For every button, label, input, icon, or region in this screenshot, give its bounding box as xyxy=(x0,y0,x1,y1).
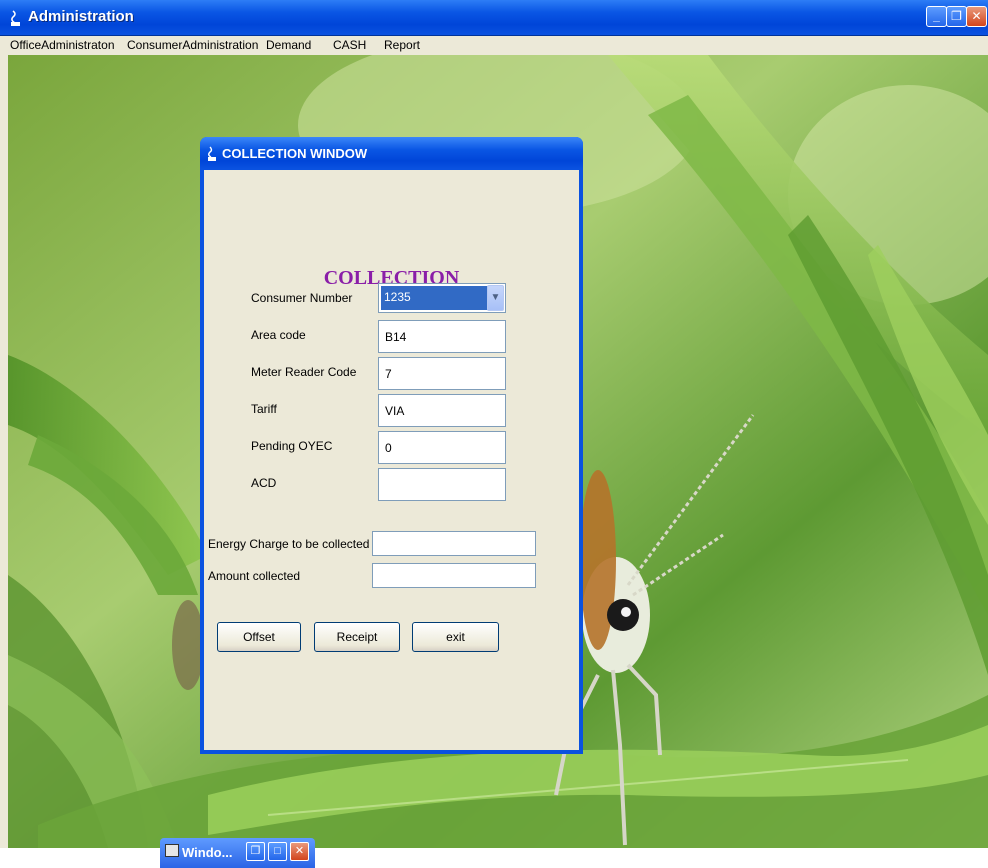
restore-button[interactable]: ❐ xyxy=(946,6,967,27)
minimize-button[interactable]: _ xyxy=(926,6,947,27)
area-code-field[interactable]: B14 xyxy=(378,320,506,353)
acd-field[interactable] xyxy=(378,468,506,501)
menu-demand[interactable]: Demand xyxy=(266,38,311,52)
minimized-window-title: Windo... xyxy=(182,845,233,860)
pending-oyec-label: Pending OYEC xyxy=(251,439,333,453)
java-cup-icon xyxy=(208,146,216,161)
offset-button[interactable]: Offset xyxy=(217,622,301,652)
menu-cash[interactable]: CASH xyxy=(333,38,366,52)
main-title-bar: Administration _ ❐ ✕ xyxy=(0,0,988,36)
energy-charge-field[interactable] xyxy=(372,531,536,556)
menu-report[interactable]: Report xyxy=(384,38,420,52)
meter-reader-code-field[interactable]: 7 xyxy=(378,357,506,390)
amount-collected-field[interactable] xyxy=(372,563,536,588)
maximize-icon: □ xyxy=(274,845,281,857)
chevron-down-icon[interactable]: ▼ xyxy=(487,285,504,311)
close-icon: ✕ xyxy=(294,845,305,857)
maximize-button[interactable]: □ xyxy=(268,842,287,861)
minimize-icon: _ xyxy=(933,9,940,23)
window-icon xyxy=(165,844,179,857)
receipt-button[interactable]: Receipt xyxy=(314,622,400,652)
close-button[interactable]: ✕ xyxy=(966,6,987,27)
pending-oyec-field[interactable]: 0 xyxy=(378,431,506,464)
tariff-label: Tariff xyxy=(251,402,277,416)
restore-icon: ❐ xyxy=(951,9,962,23)
menu-bar: OfficeAdministraton ConsumerAdministrati… xyxy=(0,36,988,55)
window-title: Administration xyxy=(28,8,134,25)
energy-charge-label: Energy Charge to be collected xyxy=(208,537,370,551)
restore-icon: ❐ xyxy=(250,845,261,857)
collection-window: COLLECTION WINDOW COLLECTION Consumer Nu… xyxy=(200,137,583,754)
java-cup-icon xyxy=(11,10,20,26)
menu-office-administration[interactable]: OfficeAdministraton xyxy=(10,38,115,52)
menu-consumer-administration[interactable]: ConsumerAdministration xyxy=(127,38,258,52)
consumer-number-label: Consumer Number xyxy=(251,291,353,305)
consumer-number-value: 1235 xyxy=(381,286,488,310)
collection-window-title: COLLECTION WINDOW xyxy=(222,146,368,161)
minimized-window[interactable]: Windo... ❐ □ ✕ xyxy=(160,838,315,868)
meter-reader-code-label: Meter Reader Code xyxy=(251,365,357,379)
status-bar xyxy=(0,848,988,868)
restore-button[interactable]: ❐ xyxy=(246,842,265,861)
close-icon: ✕ xyxy=(971,9,982,23)
tariff-field[interactable]: VIA xyxy=(378,394,506,427)
area-code-label: Area code xyxy=(251,328,306,342)
amount-collected-label: Amount collected xyxy=(208,569,301,583)
exit-button[interactable]: exit xyxy=(412,622,499,652)
collection-form: COLLECTION Consumer Number 1235 ▼ Area c… xyxy=(204,170,579,750)
collection-window-title-bar: COLLECTION WINDOW xyxy=(200,137,583,169)
consumer-number-combobox[interactable]: 1235 ▼ xyxy=(378,283,506,313)
desktop-left-edge xyxy=(0,55,8,848)
acd-label: ACD xyxy=(251,476,277,490)
close-button[interactable]: ✕ xyxy=(290,842,309,861)
